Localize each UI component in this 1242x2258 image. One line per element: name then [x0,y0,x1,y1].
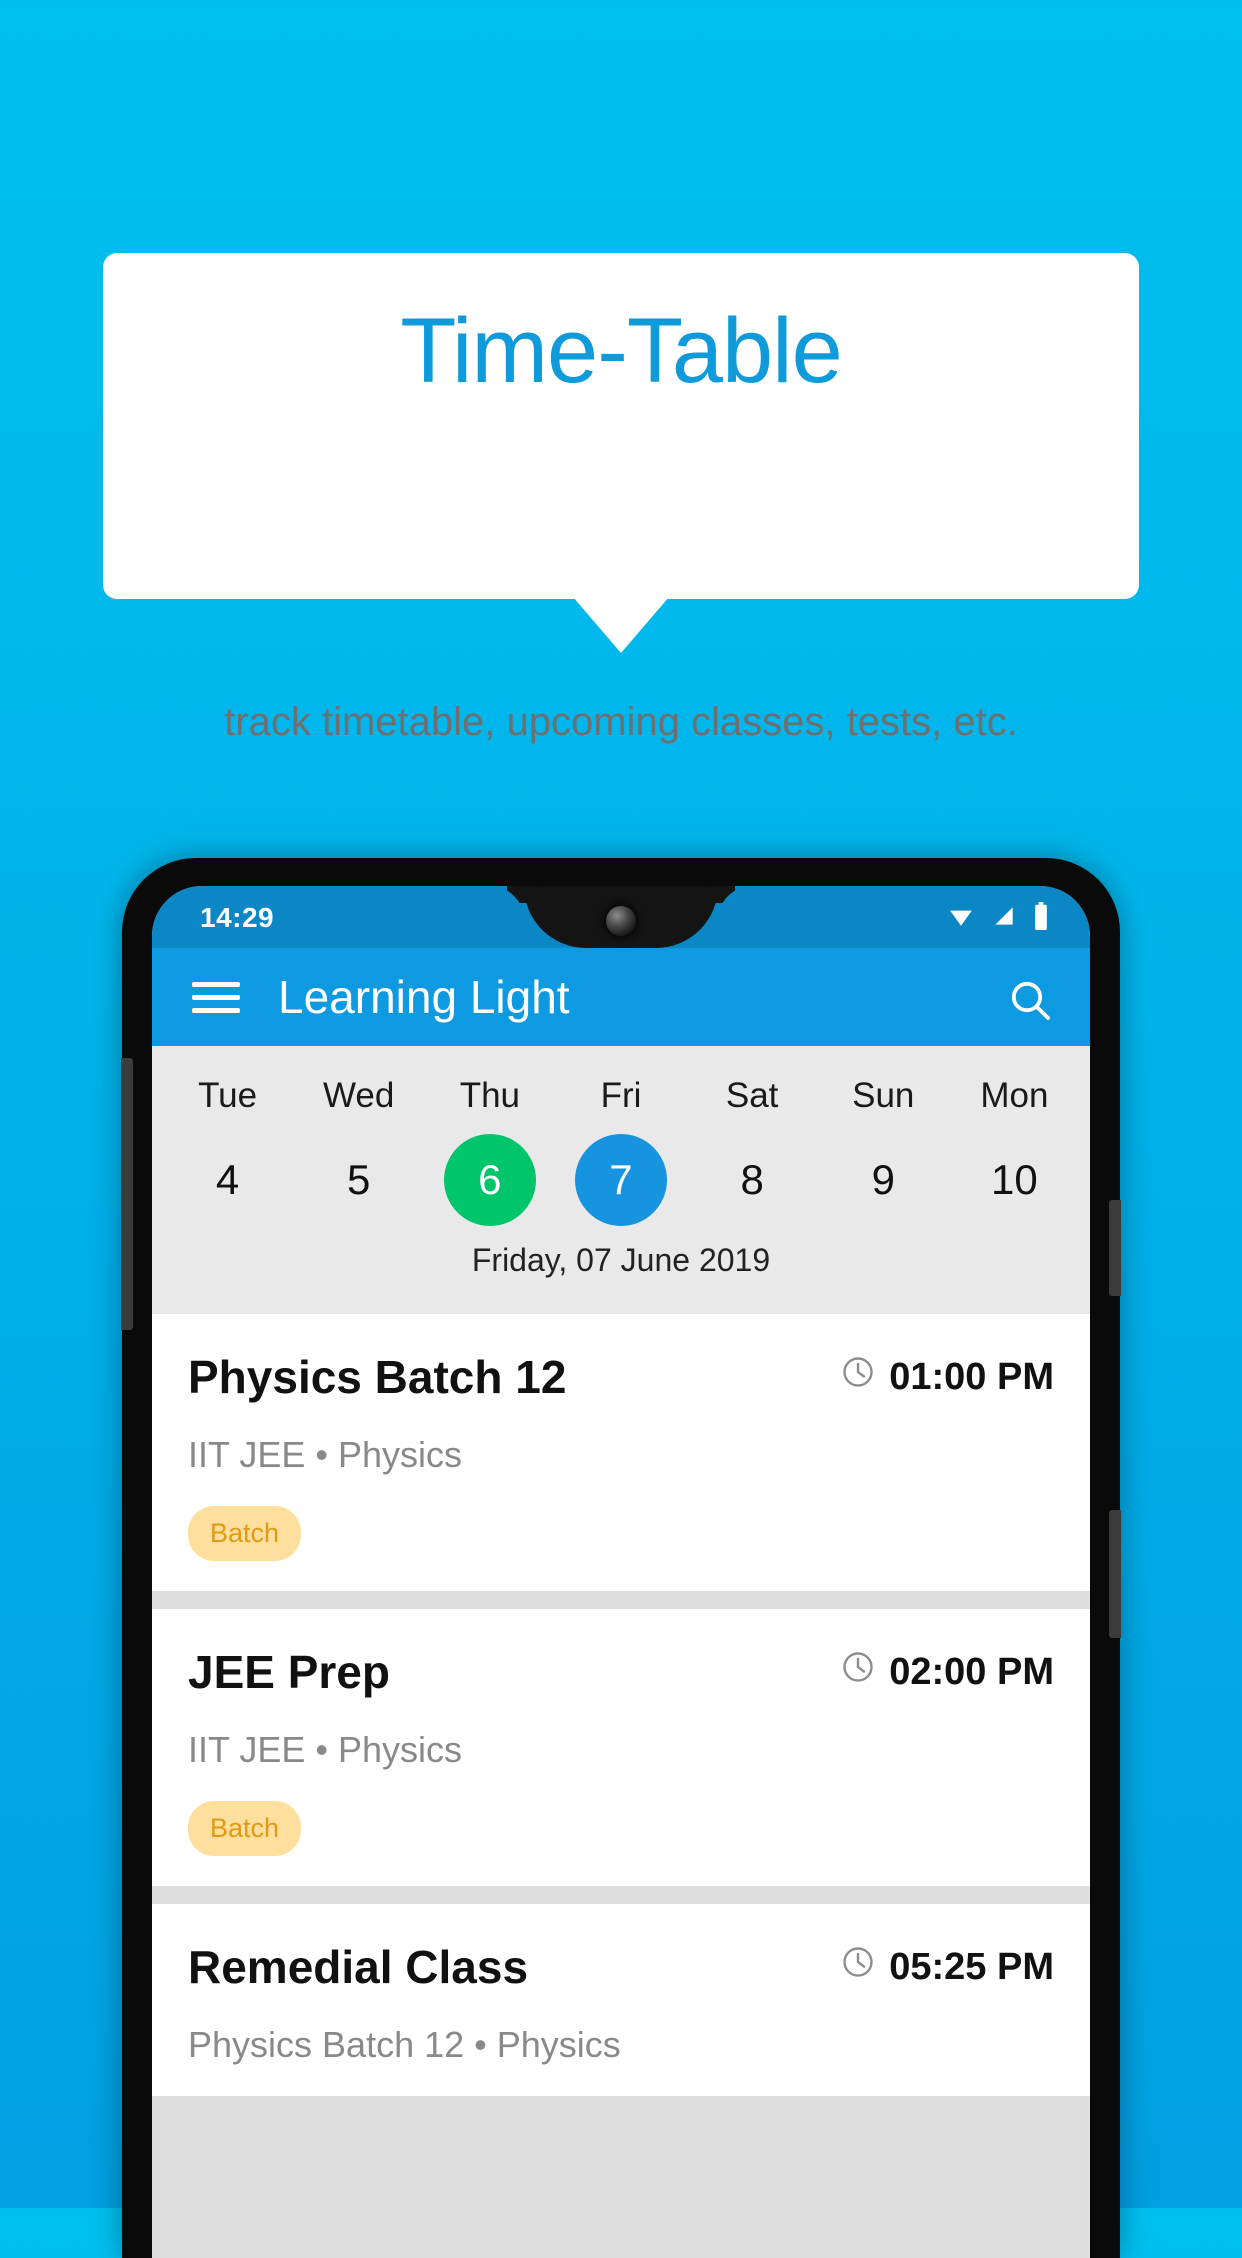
status-bar-icons [946,902,1050,935]
promo-bubble: Time-Table track timetable, upcoming cla… [103,253,1139,744]
day-number-normal[interactable]: 10 [968,1134,1060,1226]
schedule-card-subtitle: IIT JEE • Physics [188,1434,463,1475]
signal-icon [990,903,1018,934]
bubble-tail-icon [573,597,669,653]
clock-icon [840,1354,876,1400]
day-number-wrap: 4 [162,1134,293,1226]
side-button[interactable] [1109,1510,1121,1638]
day-cell-wed[interactable]: Wed 5 [293,1046,424,1226]
front-camera-icon [606,906,636,936]
day-strip: Tue 4 Wed 5 Thu 6 Fri 7 Sat 8 Sun 9 Mon 10 Friday, 07… [152,1046,1090,1314]
schedule-card-subtitle: Physics Batch 12 • Physics [188,2024,621,2065]
day-number-wrap: 5 [293,1134,424,1226]
status-bar-clock: 14:29 [200,902,275,933]
clock-icon [840,1649,876,1695]
schedule-card-time-value: 05:25 PM [889,1945,1054,1988]
day-number-selected[interactable]: 7 [574,1134,667,1226]
app-bar: Learning Light [152,948,1090,1046]
day-number-today[interactable]: 6 [443,1134,536,1226]
app-title: Learning Light [278,971,570,1023]
day-name-label: Fri [600,1076,642,1115]
page-title: Time-Table [400,300,843,402]
day-number-wrap: 6 [424,1134,555,1226]
day-cell-tue[interactable]: Tue 4 [162,1046,293,1226]
schedule-card[interactable]: JEE Prep 02:00 PM IIT JEE • Physics Batch [152,1609,1090,1886]
day-number-normal[interactable]: 4 [182,1134,274,1226]
schedule-card-time: 01:00 PM [840,1354,1054,1400]
battery-icon [1032,902,1050,935]
schedule-card-header: Physics Batch 12 01:00 PM [188,1350,1054,1404]
wifi-icon [946,903,976,934]
selected-date-label: Friday, 07 June 2019 [471,1242,771,1278]
schedule-card-time-value: 01:00 PM [889,1355,1054,1398]
day-number-normal[interactable]: 5 [313,1134,405,1226]
phone-bezel: 14:29 Learning Light Tue 4 Wed 5 Thu 6 F… [152,886,1090,2258]
schedule-card-time: 05:25 PM [840,1944,1054,1990]
day-number-normal[interactable]: 8 [706,1134,798,1226]
day-cell-sun[interactable]: Sun 9 [818,1046,949,1226]
schedule-card-time: 02:00 PM [840,1649,1054,1695]
day-name-label: Wed [323,1076,395,1115]
status-badge: Batch [188,1506,302,1561]
phone-mockup: 14:29 Learning Light Tue 4 Wed 5 Thu 6 F… [121,858,1121,2258]
day-number-wrap: 7 [555,1134,686,1226]
hamburger-menu-icon[interactable] [192,982,240,1014]
volume-rocker-button[interactable] [121,1058,133,1330]
search-icon[interactable] [1006,976,1054,1024]
schedule-card-subtitle: IIT JEE • Physics [188,1729,463,1770]
schedule-card-header: JEE Prep 02:00 PM [188,1645,1054,1699]
day-cell-sat[interactable]: Sat 8 [687,1046,818,1226]
schedule-card-header: Remedial Class 05:25 PM [188,1940,1054,1994]
schedule-card[interactable]: Physics Batch 12 01:00 PM IIT JEE • Physic… [152,1314,1090,1591]
day-number-wrap: 10 [949,1134,1080,1226]
page-subtitle: track timetable, upcoming classes, tests… [224,700,1018,744]
day-name-label: Sun [852,1076,915,1115]
schedule-card-title: Physics Batch 12 [188,1351,567,1403]
schedule-card[interactable]: Remedial Class 05:25 PM Physics Batch 12 •… [152,1904,1090,2096]
day-name-label: Thu [459,1076,520,1115]
phone-screen: 14:29 Learning Light Tue 4 Wed 5 Thu 6 F… [152,886,1090,2258]
day-cell-mon[interactable]: Mon 10 [949,1046,1080,1226]
schedule-card-time-value: 02:00 PM [889,1650,1054,1693]
power-button[interactable] [1109,1200,1121,1296]
day-list: Tue 4 Wed 5 Thu 6 Fri 7 Sat 8 Sun 9 Mon 10 [152,1046,1090,1226]
day-name-label: Tue [198,1076,258,1115]
clock-icon [840,1944,876,1990]
schedule-card-title: Remedial Class [188,1941,529,1993]
schedule-list: Physics Batch 12 01:00 PM IIT JEE • Physic… [152,1314,1090,2258]
day-name-label: Mon [980,1076,1049,1115]
day-cell-fri[interactable]: Fri 7 [555,1046,686,1226]
day-name-label: Sat [725,1076,779,1115]
status-badge: Batch [188,1801,302,1856]
schedule-card-title: JEE Prep [188,1646,390,1698]
day-number-normal[interactable]: 9 [837,1134,929,1226]
day-number-wrap: 9 [818,1134,949,1226]
day-cell-thu[interactable]: Thu 6 [424,1046,555,1226]
day-number-wrap: 8 [687,1134,818,1226]
